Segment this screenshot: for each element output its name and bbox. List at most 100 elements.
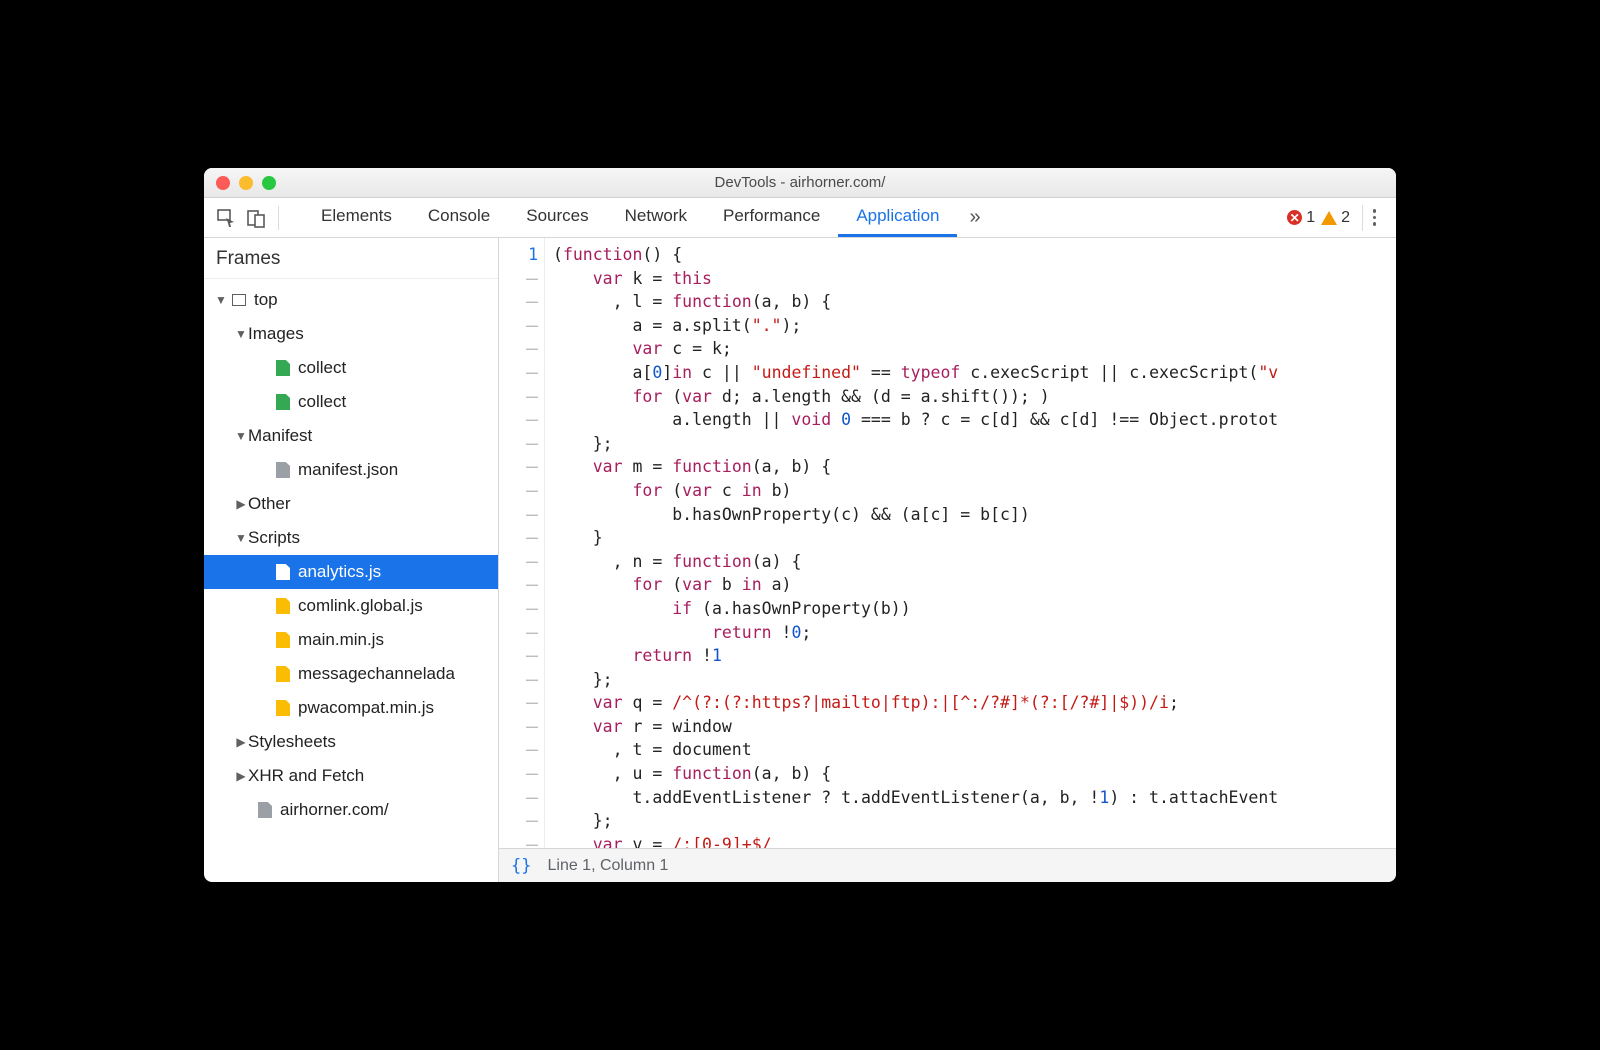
error-count: 1 [1306, 209, 1315, 227]
device-toggle-icon[interactable] [244, 206, 268, 230]
fold-dash-icon[interactable]: – [499, 479, 538, 503]
frame-icon [230, 291, 248, 309]
tree-item-script[interactable]: comlink.global.js [204, 589, 498, 623]
fold-dash-icon[interactable]: – [499, 267, 538, 291]
fold-dash-icon[interactable]: – [499, 385, 538, 409]
fold-dash-icon[interactable]: – [499, 762, 538, 786]
fold-dash-icon[interactable]: – [499, 290, 538, 314]
fold-dash-icon[interactable]: – [499, 668, 538, 692]
fold-dash-icon[interactable]: – [499, 361, 538, 385]
tab-console[interactable]: Console [410, 198, 508, 237]
tab-elements[interactable]: Elements [303, 198, 410, 237]
frames-sidebar: Frames ▼ top ▼ Images collect collec [204, 238, 499, 882]
warning-count: 2 [1341, 209, 1350, 227]
tab-application[interactable]: Application [838, 198, 957, 237]
tree-group-images[interactable]: ▼ Images [204, 317, 498, 351]
item-label: airhorner.com/ [280, 800, 389, 820]
script-file-icon [274, 597, 292, 615]
script-file-icon [274, 665, 292, 683]
group-label: XHR and Fetch [248, 766, 364, 786]
inspect-icon[interactable] [214, 206, 238, 230]
group-label: Manifest [248, 426, 312, 446]
editor-statusbar: {} Line 1, Column 1 [499, 848, 1396, 882]
fold-dash-icon[interactable]: – [499, 337, 538, 361]
cursor-position: Line 1, Column 1 [547, 857, 668, 875]
tab-performance[interactable]: Performance [705, 198, 838, 237]
fold-dash-icon[interactable]: – [499, 314, 538, 338]
chevron-down-icon: ▼ [234, 327, 248, 341]
script-file-icon [274, 563, 292, 581]
warning-badge[interactable]: 2 [1321, 209, 1350, 227]
fold-dash-icon[interactable]: – [499, 833, 538, 848]
fold-dash-icon[interactable]: – [499, 573, 538, 597]
tree-item-script[interactable]: pwacompat.min.js [204, 691, 498, 725]
source-editor: 1 ––––––––––––––––––––––––– (function() … [499, 238, 1396, 882]
divider [278, 206, 279, 230]
tree-group-other[interactable]: ▶ Other [204, 487, 498, 521]
item-label: collect [298, 358, 346, 378]
tree-item-script-selected[interactable]: analytics.js [204, 555, 498, 589]
warning-icon [1321, 211, 1337, 225]
fold-dash-icon[interactable]: – [499, 455, 538, 479]
script-file-icon [274, 699, 292, 717]
panel-body: Frames ▼ top ▼ Images collect collec [204, 238, 1396, 882]
fold-dash-icon[interactable]: – [499, 738, 538, 762]
tree-item-image[interactable]: collect [204, 385, 498, 419]
tab-network[interactable]: Network [607, 198, 705, 237]
pretty-print-icon[interactable]: {} [511, 856, 531, 876]
tree-item-image[interactable]: collect [204, 351, 498, 385]
document-file-icon [274, 461, 292, 479]
fold-dash-icon[interactable]: – [499, 621, 538, 645]
fold-dash-icon[interactable]: – [499, 503, 538, 527]
chevron-down-icon: ▼ [234, 429, 248, 443]
devtools-window: DevTools - airhorner.com/ Elements Conso… [204, 168, 1396, 882]
fold-dash-icon[interactable]: – [499, 432, 538, 456]
frames-tree: ▼ top ▼ Images collect collect ▼ [204, 279, 498, 882]
fold-dash-icon[interactable]: – [499, 715, 538, 739]
fold-dash-icon[interactable]: – [499, 526, 538, 550]
fold-dash-icon[interactable]: – [499, 597, 538, 621]
group-label: Other [248, 494, 291, 514]
fold-dash-icon[interactable]: – [499, 786, 538, 810]
group-label: Stylesheets [248, 732, 336, 752]
fold-dash-icon[interactable]: – [499, 644, 538, 668]
item-label: manifest.json [298, 460, 398, 480]
item-label: collect [298, 392, 346, 412]
tree-group-scripts[interactable]: ▼ Scripts [204, 521, 498, 555]
script-file-icon [274, 631, 292, 649]
tabs-overflow-icon[interactable]: » [957, 198, 992, 237]
tree-item-script[interactable]: main.min.js [204, 623, 498, 657]
toolbar-right: ✕ 1 2 [1287, 205, 1386, 231]
group-label: Scripts [248, 528, 300, 548]
tree-group-xhr[interactable]: ▶ XHR and Fetch [204, 759, 498, 793]
sidebar-heading: Frames [204, 238, 498, 279]
tree-group-manifest[interactable]: ▼ Manifest [204, 419, 498, 453]
line-number: 1 [499, 243, 538, 267]
tab-sources[interactable]: Sources [508, 198, 606, 237]
tree-top-label: top [254, 290, 278, 310]
image-file-icon [274, 359, 292, 377]
line-gutter[interactable]: 1 ––––––––––––––––––––––––– [499, 238, 545, 848]
fold-dash-icon[interactable]: – [499, 550, 538, 574]
chevron-down-icon: ▼ [234, 531, 248, 545]
group-label: Images [248, 324, 304, 344]
item-label: comlink.global.js [298, 596, 423, 616]
chevron-right-icon: ▶ [234, 735, 248, 749]
item-label: pwacompat.min.js [298, 698, 434, 718]
fold-dash-icon[interactable]: – [499, 408, 538, 432]
tree-top[interactable]: ▼ top [204, 283, 498, 317]
item-label: analytics.js [298, 562, 381, 582]
more-menu-icon[interactable] [1362, 205, 1386, 231]
tree-item-script[interactable]: messagechannelada [204, 657, 498, 691]
item-label: messagechannelada [298, 664, 455, 684]
code-content[interactable]: (function() { var k = this , l = functio… [545, 238, 1396, 848]
tree-root-file[interactable]: airhorner.com/ [204, 793, 498, 827]
chevron-right-icon: ▶ [234, 497, 248, 511]
tree-group-stylesheets[interactable]: ▶ Stylesheets [204, 725, 498, 759]
code-area[interactable]: 1 ––––––––––––––––––––––––– (function() … [499, 238, 1396, 848]
tree-item-manifest[interactable]: manifest.json [204, 453, 498, 487]
error-badge[interactable]: ✕ 1 [1287, 209, 1315, 227]
fold-dash-icon[interactable]: – [499, 809, 538, 833]
devtools-toolbar: Elements Console Sources Network Perform… [204, 198, 1396, 238]
fold-dash-icon[interactable]: – [499, 691, 538, 715]
